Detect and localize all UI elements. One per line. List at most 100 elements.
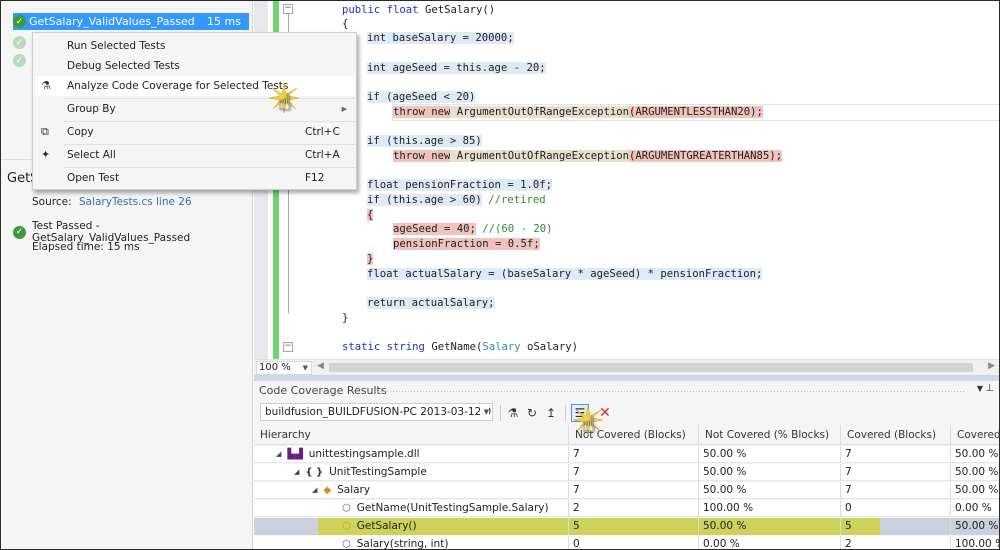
refresh-button[interactable]: ↻ (523, 404, 541, 422)
visual-studio-window: ✓ GetSalary_ValidValues_Passed 15 ms ✓ ✓… (0, 0, 1000, 550)
test-item[interactable]: ✓ (13, 52, 26, 69)
test-item-selected[interactable]: ✓ GetSalary_ValidValues_Passed 15 ms (13, 13, 249, 30)
not-covered-blocks: 7 (568, 482, 698, 499)
test-name: GetSalary_ValidValues_Passed (29, 15, 195, 28)
covered-pct: 50.00 % (950, 482, 999, 499)
export-results-button[interactable]: ↥ (542, 404, 560, 422)
menu-item-select-all[interactable]: ✦ Select All Ctrl+A (35, 145, 355, 165)
click-cursor: ☝ (269, 83, 309, 123)
not-covered-blocks: 7 (568, 464, 698, 481)
code-line: public float GetSalary() (342, 4, 496, 16)
import-results-icon: ⚗ (507, 406, 519, 420)
class-icon: ◆ (323, 485, 332, 496)
method-icon: ⬡ (342, 521, 351, 532)
code-line: throw new ArgumentOutOfRangeException(AR… (393, 106, 763, 118)
expand-triangle-icon[interactable]: ◢ (312, 482, 317, 499)
code-coverage-panel: Code Coverage Results ▼ ⊥ buildfusion_BU… (254, 381, 999, 550)
covered-blocks: 7 (840, 446, 950, 463)
not-covered-pct: 100.00 % (698, 500, 840, 517)
covered-pct: 50.00 % (950, 518, 999, 535)
panel-title: Code Coverage Results (259, 384, 387, 397)
not-covered-blocks: 5 (568, 518, 698, 535)
code-editor[interactable]: − − public float GetSalary() { int baseS… (254, 1, 999, 359)
expand-triangle-icon[interactable]: ◢ (276, 446, 281, 463)
row-name: unittestingsample.dll (308, 448, 420, 460)
row-name: UnitTestingSample (329, 466, 427, 478)
assembly-icon: ▙▟ (287, 449, 303, 460)
code-line: return actualSalary; (367, 297, 495, 309)
column-header-covered-blocks[interactable]: Covered (Blocks) (840, 425, 950, 445)
collapse-icon[interactable]: − (283, 342, 293, 352)
namespace-icon: { } (305, 467, 324, 478)
covered-pct: 0.00 % (950, 500, 999, 517)
submenu-arrow-icon: ▶ (341, 105, 347, 113)
pin-icon[interactable]: ⊥ (985, 383, 994, 394)
source-link[interactable]: SalaryTests.cs line 26 (79, 196, 192, 208)
code-line: } (367, 253, 374, 265)
row-name: GetSalary() (356, 520, 417, 532)
code-line: ageSeed = 40; //(60 - 20) (393, 223, 553, 235)
editor-horizontal-scrollbar[interactable]: 100 % ▼ ◀ ▶ (254, 359, 999, 375)
chevron-down-icon: ▼ (302, 364, 308, 372)
code-line: { (367, 209, 374, 221)
column-header-covered-pct[interactable]: Covered (950, 425, 999, 445)
panel-grip (374, 390, 964, 394)
table-row[interactable]: ⬡ GetName(UnitTestingSample.Salary) 2 10… (254, 500, 999, 517)
panel-menu-dropdown-icon[interactable]: ▼ (977, 384, 983, 393)
scroll-left-arrow-icon[interactable]: ◀ (317, 361, 324, 371)
not-covered-blocks: 7 (568, 446, 698, 463)
code-line: float pensionFraction = 1.0f; (367, 179, 552, 191)
menu-item-run-selected-tests[interactable]: Run Selected Tests (35, 36, 355, 56)
covered-blocks: 7 (840, 464, 950, 481)
menu-item-debug-selected-tests[interactable]: Debug Selected Tests (35, 56, 355, 76)
scrollbar-thumb[interactable] (329, 363, 973, 372)
test-item[interactable]: ✓ (13, 34, 26, 51)
covered-blocks: 0 (840, 500, 950, 517)
menu-item-copy[interactable]: ⧉ Copy Ctrl+C (35, 122, 355, 142)
scroll-right-arrow-icon[interactable]: ▶ (988, 361, 995, 371)
code-line: throw new ArgumentOutOfRangeException(AR… (393, 150, 783, 162)
column-header-not-covered-pct[interactable]: Not Covered (% Blocks) (698, 425, 840, 445)
code-coverage-icon: ⚗ (41, 79, 51, 92)
toolbar-separator (500, 405, 501, 421)
source-label: Source: (32, 196, 72, 208)
hand-pointer-icon: ☝ (582, 413, 596, 438)
not-covered-pct: 50.00 % (698, 464, 840, 481)
menu-item-open-test[interactable]: Open Test F12 (35, 168, 355, 188)
test-source: Source: SalaryTests.cs line 26 (32, 196, 192, 208)
method-icon: ⬡ (342, 503, 351, 514)
test-passed-icon: ✓ (13, 225, 26, 239)
hand-pointer-icon: ☝ (278, 91, 292, 116)
code-line: { (342, 18, 349, 30)
not-covered-pct: 0.00 % (698, 536, 840, 549)
zoom-level-select[interactable]: 100 % ▼ (256, 361, 312, 375)
not-covered-pct: 50.00 % (698, 482, 840, 499)
row-name: Salary (337, 484, 371, 496)
table-row[interactable]: ⬡ Salary(string, int) 0 0.00 % 2 100.00 … (254, 536, 999, 550)
code-line: static string GetName(Salary oSalary) (342, 341, 579, 353)
method-icon: ⬡ (342, 539, 351, 550)
table-row-selected[interactable]: ⬡ GetSalary() 5 50.00 % 5 50.00 % (254, 518, 999, 535)
table-row[interactable]: ◢ ▙▟ unittestingsample.dll 7 50.00 % 7 5… (254, 446, 999, 463)
table-row[interactable]: ◢ ◆ Salary 7 50.00 % 7 50.00 % (254, 482, 999, 499)
grid-header: Hierarchy Not Covered (Blocks) Not Cover… (254, 425, 999, 445)
row-name: Salary(string, int) (356, 538, 449, 550)
table-row[interactable]: ◢ { } UnitTestingSample 7 50.00 % 7 50.0… (254, 464, 999, 481)
code-line: int ageSeed = this.age - 20; (367, 62, 546, 74)
coverage-run-select[interactable]: buildfusion_BUILDFUSION-PC 2013-03-12 0(… (260, 403, 493, 421)
coverage-run-value: buildfusion_BUILDFUSION-PC 2013-03-12 0( (265, 406, 493, 418)
zoom-level-value: 100 % (259, 362, 291, 373)
code-line: pensionFraction = 0.5f; (393, 238, 540, 250)
collapse-icon[interactable]: − (283, 4, 293, 14)
code-line: if (this.age > 85) (367, 135, 482, 147)
select-all-icon: ✦ (41, 148, 51, 161)
covered-blocks: 7 (840, 482, 950, 499)
import-results-button[interactable]: ⚗ (504, 404, 522, 422)
column-header-hierarchy[interactable]: Hierarchy (254, 425, 568, 445)
code-line: int baseSalary = 20000; (367, 32, 514, 44)
expand-triangle-icon[interactable]: ◢ (294, 464, 299, 481)
code-line: } (342, 312, 349, 324)
coverage-toolbar: buildfusion_BUILDFUSION-PC 2013-03-12 0(… (254, 401, 999, 425)
copy-icon: ⧉ (41, 125, 49, 138)
not-covered-pct: 50.00 % (698, 518, 840, 535)
